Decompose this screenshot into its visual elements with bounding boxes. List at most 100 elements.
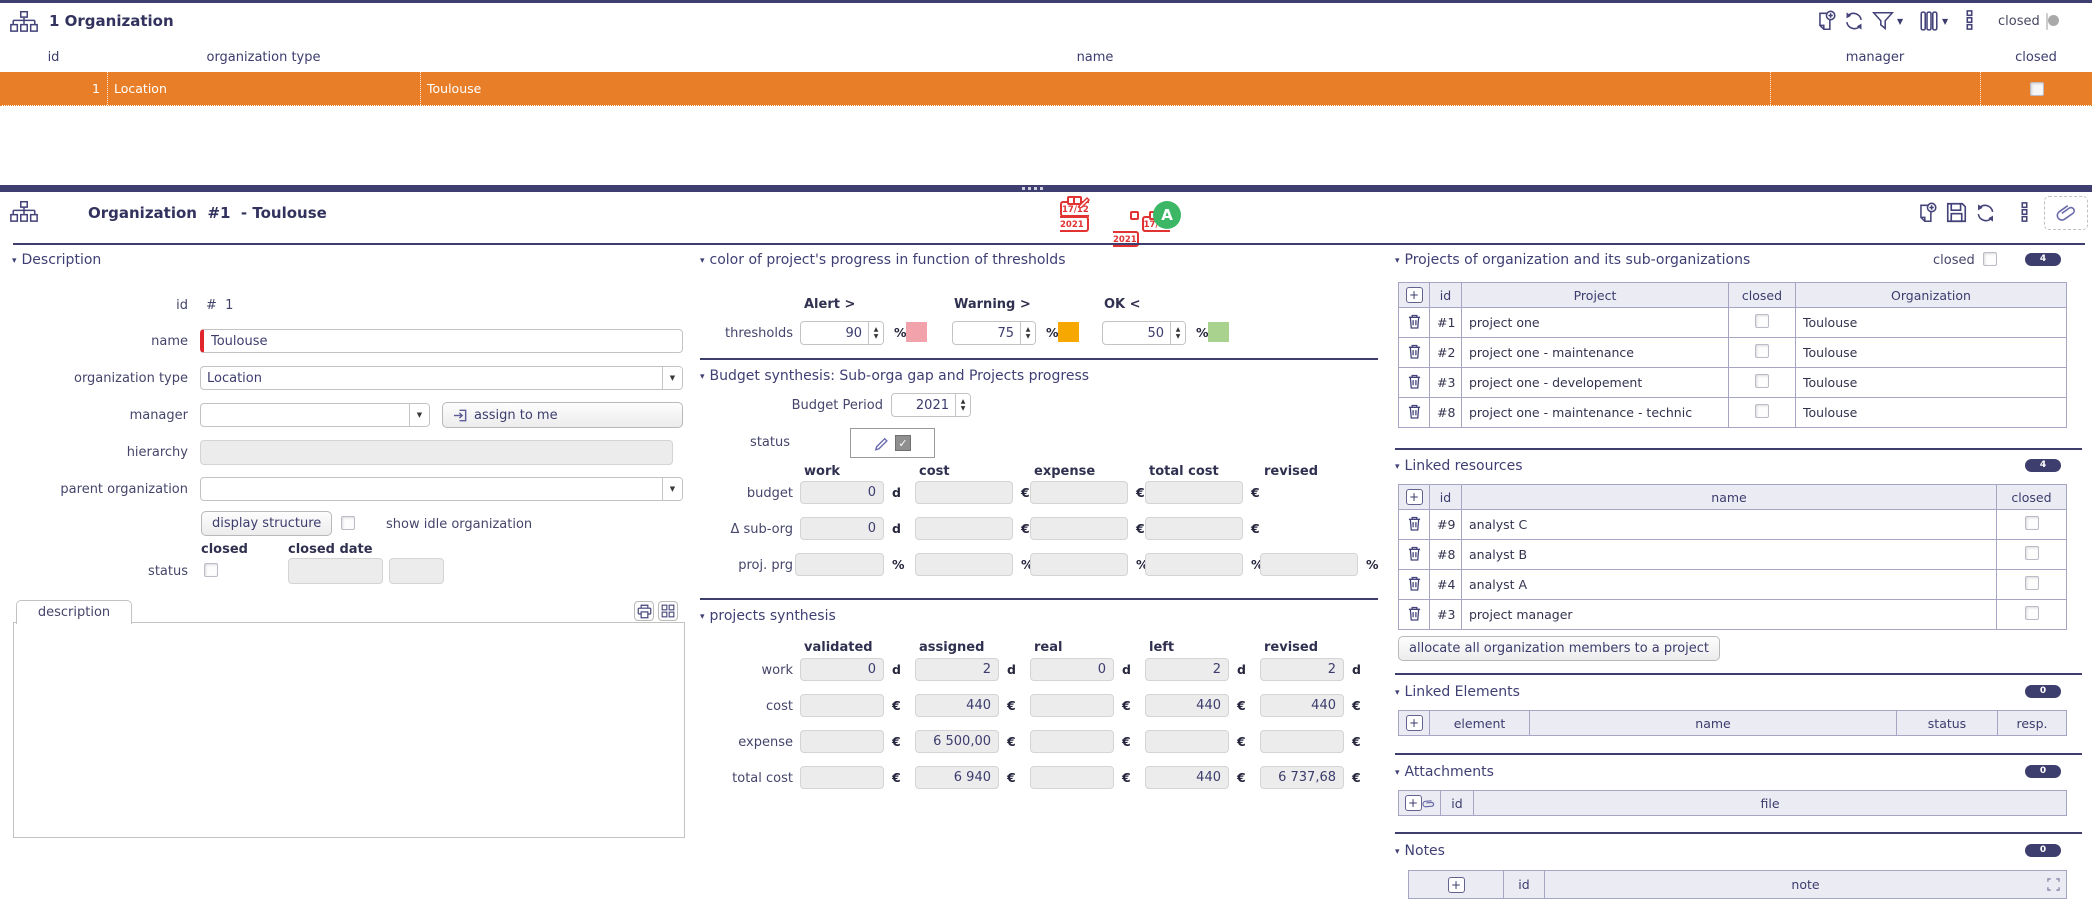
parent-organization-select[interactable]: ▼ xyxy=(200,477,683,501)
project-closed-checkbox[interactable] xyxy=(1755,314,1769,328)
add-project-button[interactable]: + xyxy=(1406,287,1423,303)
projects-closed-checkbox[interactable] xyxy=(1983,252,1997,266)
trash-icon[interactable] xyxy=(1408,546,1421,561)
project-closed-checkbox[interactable] xyxy=(1755,374,1769,388)
budget-work: 0 xyxy=(800,481,884,504)
section-title-projects[interactable]: ▾Projects of organization and its sub-or… xyxy=(1395,252,1750,268)
budget-row-label: budget xyxy=(700,486,793,501)
organization-row[interactable]: 1 Location Toulouse xyxy=(0,72,2092,105)
id-label: id xyxy=(8,298,188,313)
projects-header-row: + id Project closed Organization xyxy=(1399,283,2067,308)
trash-icon[interactable] xyxy=(1408,404,1421,419)
row-name: Toulouse xyxy=(420,72,1770,105)
section-title-thresholds[interactable]: ▾color of project's progress in function… xyxy=(700,252,1066,268)
resource-row[interactable]: #3project manager xyxy=(1399,600,2067,630)
trash-icon[interactable] xyxy=(1408,516,1421,531)
add-attachment-button[interactable]: + xyxy=(1405,795,1422,811)
ok-threshold-input[interactable]: ▲▼ xyxy=(1102,321,1186,345)
section-title-elements[interactable]: ▾Linked Elements xyxy=(1395,684,1520,700)
manager-select[interactable]: ▼ xyxy=(200,403,430,427)
resource-closed-checkbox[interactable] xyxy=(2025,606,2039,620)
hierarchy-label: hierarchy xyxy=(8,445,188,460)
synth-col-validated: validated xyxy=(804,640,873,655)
synth-cell: 2 xyxy=(1145,658,1229,681)
panel-splitter[interactable] xyxy=(0,185,2092,192)
project-row[interactable]: #8project one - maintenance - technic To… xyxy=(1399,398,2067,428)
spinner-icon[interactable]: ▲▼ xyxy=(1170,322,1185,344)
organization-type-value[interactable] xyxy=(201,367,662,389)
add-note-button[interactable]: + xyxy=(1448,877,1465,893)
validated-check-icon[interactable]: ✓ xyxy=(895,435,911,451)
name-label: name xyxy=(8,334,188,349)
col-header-manager[interactable]: manager xyxy=(1770,50,1980,65)
section-title-synthesis[interactable]: ▾projects synthesis xyxy=(700,608,836,624)
spinner-icon[interactable]: ▲▼ xyxy=(955,394,970,416)
resource-closed-checkbox[interactable] xyxy=(2025,576,2039,590)
project-row[interactable]: #2project one - maintenance Toulouse xyxy=(1399,338,2067,368)
organization-type-select[interactable]: ▼ xyxy=(200,366,683,390)
resource-closed-checkbox[interactable] xyxy=(2025,546,2039,560)
section-title-description[interactable]: ▾Description xyxy=(12,252,101,268)
assign-to-me-button[interactable]: assign to me xyxy=(442,402,683,428)
spinner-icon[interactable]: ▲▼ xyxy=(1020,322,1035,344)
warning-threshold-input[interactable]: ▲▼ xyxy=(952,321,1036,345)
columns-icon[interactable]: ▼ xyxy=(1920,11,1948,31)
col-header-name[interactable]: name xyxy=(420,50,1770,65)
section-title-budget[interactable]: ▾Budget synthesis: Sub-orga gap and Proj… xyxy=(700,368,1089,384)
new-record-icon[interactable] xyxy=(1815,10,1837,32)
row-closed-cell xyxy=(1980,72,2092,105)
allocate-members-button[interactable]: allocate all organization members to a p… xyxy=(1398,636,1720,661)
spellcheck-grid-icon[interactable] xyxy=(658,601,678,621)
refresh-icon[interactable] xyxy=(1843,10,1865,32)
suborg-total-cost xyxy=(1145,517,1243,540)
trash-icon[interactable] xyxy=(1408,606,1421,621)
assign-arrow-icon xyxy=(453,408,468,423)
add-resource-button[interactable]: + xyxy=(1406,489,1423,505)
synth-cell: 440 xyxy=(1260,694,1344,717)
resource-closed-checkbox[interactable] xyxy=(2025,516,2039,530)
project-closed-checkbox[interactable] xyxy=(1755,344,1769,358)
manager-value[interactable] xyxy=(201,404,409,426)
resource-row[interactable]: #9analyst C xyxy=(1399,510,2067,540)
show-idle-label: show idle organization xyxy=(386,517,532,532)
resource-row[interactable]: #8analyst B xyxy=(1399,540,2067,570)
trash-icon[interactable] xyxy=(1408,374,1421,389)
budget-period-input[interactable]: ▲▼ xyxy=(891,393,971,417)
description-textarea[interactable] xyxy=(13,622,685,838)
parent-organization-value[interactable] xyxy=(201,478,662,500)
print-icon[interactable] xyxy=(634,601,654,621)
project-closed-checkbox[interactable] xyxy=(1755,404,1769,418)
row-closed-checkbox[interactable] xyxy=(2030,82,2044,96)
spinner-icon[interactable]: ▲▼ xyxy=(868,322,883,344)
section-title-resources[interactable]: ▾Linked resources xyxy=(1395,458,1523,474)
section-divider xyxy=(1395,448,2082,450)
description-tab[interactable]: description xyxy=(16,600,132,624)
pencil-icon[interactable] xyxy=(874,436,889,451)
section-divider xyxy=(700,598,1378,600)
name-input[interactable] xyxy=(200,329,683,353)
show-idle-checkbox[interactable] xyxy=(341,516,355,530)
synth-cell xyxy=(800,766,884,789)
trash-icon[interactable] xyxy=(1408,314,1421,329)
closed-checkbox[interactable] xyxy=(204,563,218,577)
display-structure-button[interactable]: display structure xyxy=(201,511,332,536)
alert-threshold-input[interactable]: ▲▼ xyxy=(800,321,884,345)
list-panel-title: 1 Organization xyxy=(49,12,174,30)
closed-date-field xyxy=(288,558,383,584)
trash-icon[interactable] xyxy=(1408,576,1421,591)
expand-icon[interactable] xyxy=(2047,878,2060,891)
chevron-down-icon: ▼ xyxy=(662,367,682,389)
section-title-attachments[interactable]: ▾Attachments xyxy=(1395,764,1494,780)
resource-row[interactable]: #4analyst A xyxy=(1399,570,2067,600)
col-header-id[interactable]: id xyxy=(0,50,107,65)
project-row[interactable]: #3project one - developement Toulouse xyxy=(1399,368,2067,398)
filter-icon[interactable]: ▼ xyxy=(1872,11,1903,31)
add-element-button[interactable]: + xyxy=(1406,715,1423,731)
col-header-type[interactable]: organization type xyxy=(107,50,420,65)
menu-kebab-icon[interactable] xyxy=(1966,10,1973,30)
col-header-closed[interactable]: closed xyxy=(1980,50,2092,65)
project-row[interactable]: #1project one Toulouse xyxy=(1399,308,2067,338)
closed-filter-toggle[interactable] xyxy=(2046,13,2048,30)
section-title-notes[interactable]: ▾Notes xyxy=(1395,843,1445,859)
trash-icon[interactable] xyxy=(1408,344,1421,359)
